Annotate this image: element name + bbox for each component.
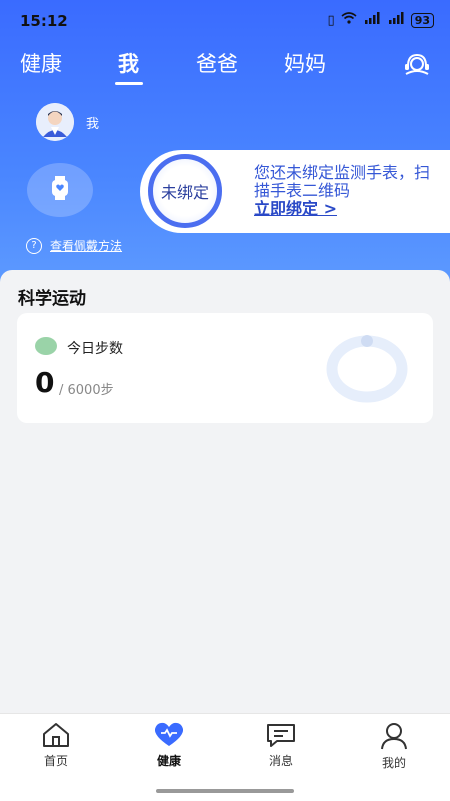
- nav-messages[interactable]: 消息: [236, 722, 326, 769]
- steps-label: 今日步数: [67, 341, 123, 357]
- shoe-icon: [35, 337, 57, 355]
- message-icon: [267, 724, 295, 747]
- user-name: 我: [86, 116, 100, 132]
- tab-mom[interactable]: 妈妈: [284, 48, 326, 78]
- heart-icon: [154, 722, 184, 746]
- watch-button[interactable]: [27, 163, 93, 217]
- main-content: 科学运动 今日步数 0 / 6000步: [0, 270, 450, 713]
- status-icons: ▯ 93: [328, 12, 434, 28]
- tab-dad[interactable]: 爸爸: [196, 48, 238, 78]
- wear-help-label: 查看佩戴方法: [50, 239, 123, 253]
- status-time: 15:12: [20, 12, 68, 30]
- steps-card[interactable]: 今日步数 0 / 6000步: [17, 313, 433, 423]
- unbound-status-label: 未绑定: [160, 183, 209, 202]
- unbound-status-ring: 未绑定: [148, 154, 222, 228]
- tab-me[interactable]: 我: [118, 48, 139, 78]
- signal-icon: [363, 12, 381, 28]
- user-row[interactable]: 我: [36, 103, 99, 141]
- bind-message-block: 您还未绑定监测手表，扫描手表二维码 立即绑定 >: [254, 164, 444, 218]
- home-icon: [43, 723, 69, 747]
- nav-messages-label: 消息: [268, 754, 293, 768]
- headset-icon[interactable]: [402, 50, 432, 80]
- member-tabs: 健康 我 爸爸 妈妈: [0, 48, 450, 88]
- status-bar: 15:12 ▯ 93: [0, 8, 450, 36]
- battery-indicator: 93: [410, 12, 434, 28]
- bind-message: 您还未绑定监测手表，扫描手表二维码: [254, 163, 431, 200]
- nav-mine[interactable]: 我的: [349, 722, 439, 771]
- nav-home-label: 首页: [43, 754, 68, 768]
- person-icon: [381, 723, 407, 750]
- nav-mine-label: 我的: [381, 756, 406, 770]
- signal-icon: [387, 12, 405, 28]
- steps-progress-ring: [326, 335, 408, 403]
- section-title: 科学运动: [18, 289, 86, 309]
- bind-device-card[interactable]: 未绑定 您还未绑定监测手表，扫描手表二维码 立即绑定 >: [140, 150, 450, 233]
- nav-health[interactable]: 健康: [124, 722, 214, 769]
- wifi-icon: [341, 12, 357, 28]
- home-indicator[interactable]: [156, 789, 294, 793]
- avatar: [36, 103, 74, 141]
- steps-value: 0: [35, 366, 55, 399]
- tab-health[interactable]: 健康: [20, 48, 62, 78]
- question-icon: ?: [26, 237, 42, 254]
- nav-health-label: 健康: [156, 754, 181, 768]
- steps-goal: / 6000步: [59, 383, 114, 398]
- wear-help-link[interactable]: ? 查看佩戴方法: [26, 237, 122, 254]
- bind-now-link[interactable]: 立即绑定 >: [254, 199, 337, 218]
- active-tab-indicator: [115, 82, 143, 85]
- watch-icon: [50, 176, 70, 204]
- nav-home[interactable]: 首页: [11, 722, 101, 769]
- bottom-nav: 首页 健康 消息 我的: [0, 713, 450, 801]
- vibrate-icon: ▯: [327, 12, 335, 28]
